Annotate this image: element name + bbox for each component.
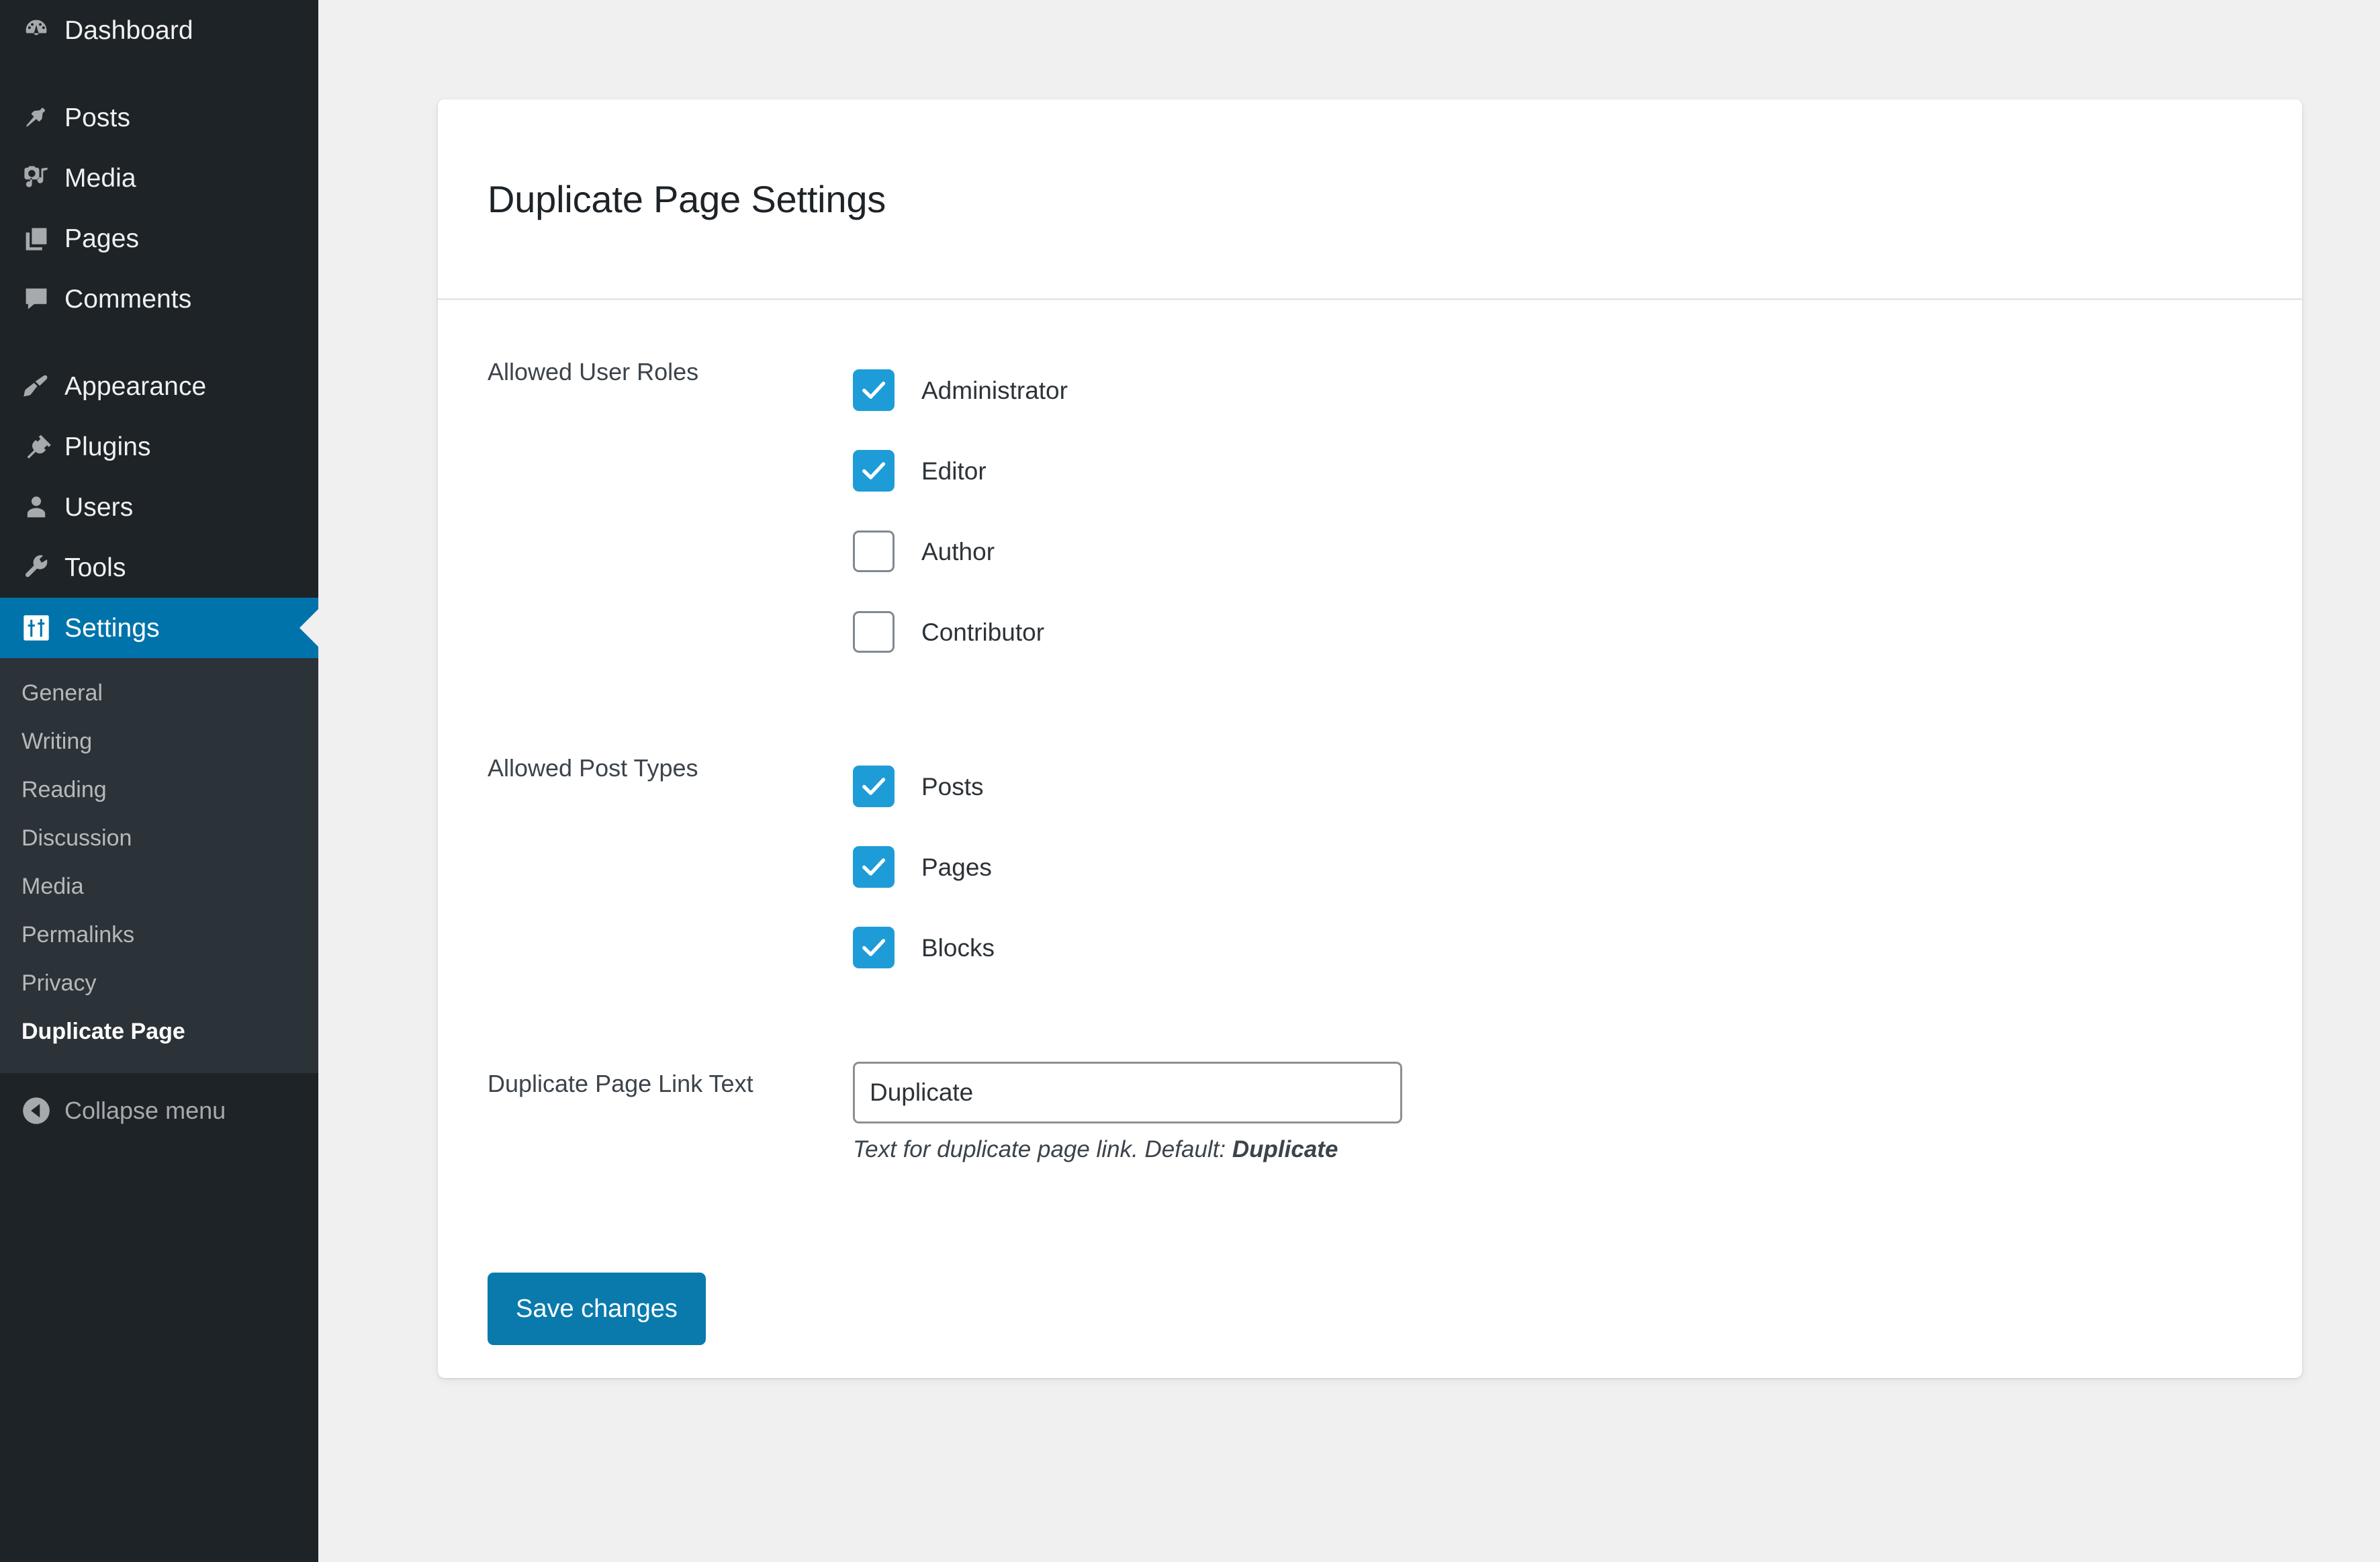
check-icon — [859, 375, 888, 405]
sidebar-item-users[interactable]: Users — [0, 477, 318, 537]
submit-area: Save changes — [488, 1164, 2302, 1345]
form-row-user-roles: Allowed User Roles Administrator — [488, 350, 2302, 672]
active-menu-notch — [300, 609, 318, 647]
sidebar-item-label: Posts — [60, 105, 130, 131]
settings-card: Duplicate Page Settings Allowed User Rol… — [438, 99, 2302, 1378]
sidebar-item-label: Pages — [60, 226, 139, 252]
form-row-post-types: Allowed Post Types Posts — [488, 746, 2302, 988]
sidebar-item-plugins[interactable]: Plugins — [0, 416, 318, 477]
form-row-link-text: Duplicate Page Link Text Text for duplic… — [488, 1062, 2302, 1164]
checkbox-administrator[interactable]: Administrator — [853, 350, 2302, 430]
submenu-item-reading[interactable]: Reading — [0, 766, 318, 814]
checkbox-label: Contributor — [895, 620, 1044, 645]
checkbox-box[interactable] — [853, 846, 895, 888]
checkbox-label: Administrator — [895, 378, 1068, 403]
user-roles-checkbox-list: Administrator Editor — [853, 350, 2302, 672]
admin-sidebar: Dashboard Posts Media Pages — [0, 0, 318, 1562]
sidebar-item-label: Comments — [60, 286, 191, 312]
collapse-menu-button[interactable]: Collapse menu — [0, 1073, 318, 1148]
checkbox-label: Author — [895, 539, 995, 564]
menu-separator — [0, 60, 318, 87]
menu-separator — [0, 329, 318, 356]
checkbox-pages[interactable]: Pages — [853, 827, 2302, 907]
checkbox-label: Blocks — [895, 935, 995, 960]
checkbox-posts[interactable]: Posts — [853, 746, 2302, 827]
user-roles-label: Allowed User Roles — [488, 350, 853, 387]
sidebar-item-label: Appearance — [60, 373, 206, 400]
checkbox-blocks[interactable]: Blocks — [853, 907, 2302, 988]
card-header: Duplicate Page Settings — [438, 99, 2302, 300]
duplicate-link-text-input[interactable] — [853, 1062, 1402, 1123]
checkbox-box[interactable] — [853, 450, 895, 492]
section-spacer — [488, 988, 2302, 1062]
sidebar-item-pages[interactable]: Pages — [0, 208, 318, 269]
user-icon — [12, 492, 60, 522]
admin-page: Dashboard Posts Media Pages — [0, 0, 2380, 1562]
checkbox-box[interactable] — [853, 927, 895, 968]
submenu-item-discussion[interactable]: Discussion — [0, 814, 318, 862]
submenu-item-media[interactable]: Media — [0, 862, 318, 911]
pages-stack-icon — [12, 224, 60, 253]
user-roles-field: Administrator Editor — [853, 350, 2302, 672]
checkbox-author[interactable]: Author — [853, 511, 2302, 592]
link-text-field: Text for duplicate page link. Default: D… — [853, 1062, 2302, 1164]
sidebar-item-posts[interactable]: Posts — [0, 87, 318, 148]
checkbox-box[interactable] — [853, 369, 895, 411]
settings-form: Allowed User Roles Administrator — [438, 300, 2302, 1345]
section-spacer — [488, 672, 2302, 746]
post-types-field: Posts Pages — [853, 746, 2302, 988]
settings-submenu: General Writing Reading Discussion Media… — [0, 658, 318, 1073]
description-default-value: Duplicate — [1232, 1136, 1338, 1162]
dashboard-gauge-icon — [12, 15, 60, 45]
save-changes-button[interactable]: Save changes — [488, 1273, 706, 1345]
check-icon — [859, 456, 888, 486]
plug-icon — [12, 432, 60, 461]
submenu-item-privacy[interactable]: Privacy — [0, 959, 318, 1007]
checkbox-box[interactable] — [853, 766, 895, 807]
sidebar-item-tools[interactable]: Tools — [0, 537, 318, 598]
link-text-label: Duplicate Page Link Text — [488, 1062, 853, 1099]
check-icon — [859, 852, 888, 882]
sidebar-item-label: Plugins — [60, 434, 151, 460]
sidebar-menu: Dashboard Posts Media Pages — [0, 0, 318, 1148]
paintbrush-icon — [12, 371, 60, 401]
page-title: Duplicate Page Settings — [488, 177, 886, 221]
checkbox-label: Posts — [895, 774, 984, 799]
sidebar-item-label: Dashboard — [60, 17, 193, 44]
checkbox-box[interactable] — [853, 531, 895, 572]
sidebar-item-label: Tools — [60, 555, 126, 581]
submenu-item-general[interactable]: General — [0, 669, 318, 717]
checkbox-label: Pages — [895, 855, 992, 880]
post-types-checkbox-list: Posts Pages — [853, 746, 2302, 988]
pin-icon — [12, 103, 60, 132]
description-prefix: Text for duplicate page link. Default: — [853, 1136, 1232, 1162]
collapse-menu-label: Collapse menu — [60, 1097, 226, 1125]
settings-sliders-icon — [12, 613, 60, 643]
check-icon — [859, 933, 888, 962]
collapse-arrow-left-icon — [12, 1096, 60, 1125]
wrench-icon — [12, 553, 60, 582]
link-text-description: Text for duplicate page link. Default: D… — [853, 1136, 2302, 1164]
checkbox-box[interactable] — [853, 611, 895, 653]
media-camera-music-icon — [12, 163, 60, 193]
post-types-label: Allowed Post Types — [488, 746, 853, 783]
sidebar-item-label: Users — [60, 494, 133, 520]
sidebar-item-media[interactable]: Media — [0, 148, 318, 208]
comment-bubble-icon — [12, 284, 60, 314]
sidebar-item-dashboard[interactable]: Dashboard — [0, 0, 318, 60]
sidebar-item-appearance[interactable]: Appearance — [0, 356, 318, 416]
submenu-item-duplicate-page[interactable]: Duplicate Page — [0, 1007, 318, 1056]
sidebar-item-label: Settings — [60, 615, 160, 641]
sidebar-item-settings[interactable]: Settings — [0, 598, 318, 658]
checkbox-contributor[interactable]: Contributor — [853, 592, 2302, 672]
submenu-item-writing[interactable]: Writing — [0, 717, 318, 766]
checkbox-label: Editor — [895, 459, 987, 484]
sidebar-item-label: Media — [60, 165, 136, 191]
checkbox-editor[interactable]: Editor — [853, 430, 2302, 511]
main-content: Duplicate Page Settings Allowed User Rol… — [318, 0, 2380, 1562]
submenu-item-permalinks[interactable]: Permalinks — [0, 911, 318, 959]
check-icon — [859, 772, 888, 801]
sidebar-item-comments[interactable]: Comments — [0, 269, 318, 329]
